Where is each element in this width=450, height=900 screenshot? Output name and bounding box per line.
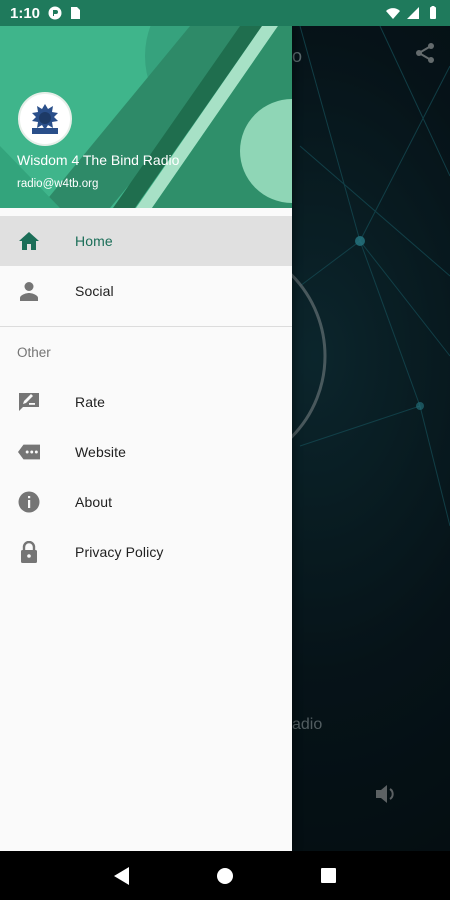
- battery-icon: [430, 6, 436, 19]
- status-bar: 1:10: [0, 0, 450, 26]
- lock-icon: [18, 541, 40, 563]
- wifi-icon: [386, 8, 400, 19]
- station-logo-art: [23, 97, 67, 141]
- menu-item-label: About: [75, 494, 113, 510]
- recents-button[interactable]: [308, 856, 348, 896]
- menu-item-label: Rate: [75, 394, 105, 410]
- system-navigation-bar: [0, 851, 450, 900]
- recents-icon: [320, 868, 336, 883]
- menu-item-website[interactable]: Website: [0, 427, 292, 477]
- menu-item-rate[interactable]: Rate: [0, 377, 292, 427]
- home-icon: [18, 230, 40, 252]
- station-logo: [18, 92, 72, 146]
- menu-item-privacy-policy[interactable]: Privacy Policy: [0, 527, 292, 577]
- cellular-signal-icon: [407, 7, 419, 19]
- menu-item-social[interactable]: Social: [0, 266, 292, 316]
- menu-item-label: Home: [75, 233, 113, 249]
- section-header-other: Other: [17, 344, 51, 360]
- menu-item-label: Website: [75, 444, 127, 460]
- website-icon: [18, 441, 40, 463]
- app-email: radio@w4tb.org: [17, 178, 99, 190]
- notification-icon: [48, 6, 62, 20]
- drawer-header: Wisdom 4 The Bind Radio radio@w4tb.org: [0, 26, 292, 208]
- person-icon: [18, 280, 40, 302]
- menu-item-home[interactable]: Home: [0, 216, 292, 266]
- navigation-drawer: Wisdom 4 The Bind Radio radio@w4tb.org H…: [0, 26, 292, 851]
- menu-item-label: Social: [75, 283, 114, 299]
- home-button[interactable]: [205, 856, 245, 896]
- home-circle-icon: [216, 867, 233, 884]
- back-button[interactable]: [102, 856, 142, 896]
- menu-item-about[interactable]: About: [0, 477, 292, 527]
- status-time: 1:10: [10, 4, 41, 22]
- info-icon: [18, 491, 40, 513]
- back-icon: [113, 866, 129, 885]
- app-name: Wisdom 4 The Bind Radio: [17, 152, 180, 168]
- sim-card-icon: [71, 7, 81, 19]
- menu-item-label: Privacy Policy: [75, 544, 164, 560]
- rate-icon: [18, 391, 40, 413]
